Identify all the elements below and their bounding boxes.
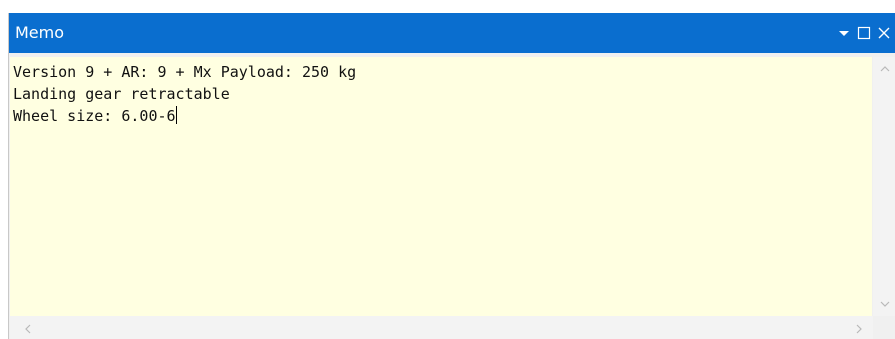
maximize-icon[interactable] [856,25,872,41]
close-icon[interactable] [876,25,892,41]
memo-text-area[interactable]: Version 9 + AR: 9 + Mx Payload: 250 kg L… [10,57,872,316]
titlebar: Memo [9,13,895,53]
scroll-up-icon[interactable] [879,63,891,75]
scroll-right-icon[interactable] [853,323,865,335]
window-title: Memo [15,23,65,42]
memo-text: Version 9 + AR: 9 + Mx Payload: 250 kg L… [13,63,357,125]
scroll-left-icon[interactable] [22,323,34,335]
memo-window: Memo Version 9 + AR: 9 + Mx Payload: 250… [8,13,895,339]
screen: Memo Version 9 + AR: 9 + Mx Payload: 250… [0,0,895,339]
vertical-scrollbar[interactable] [873,57,895,316]
horizontal-scrollbar[interactable] [10,316,873,339]
text-caret [175,106,177,124]
chevron-down-icon[interactable] [836,25,852,41]
titlebar-controls [832,13,895,53]
scroll-down-icon[interactable] [879,298,891,310]
memo-content[interactable]: Version 9 + AR: 9 + Mx Payload: 250 kg L… [13,61,356,127]
